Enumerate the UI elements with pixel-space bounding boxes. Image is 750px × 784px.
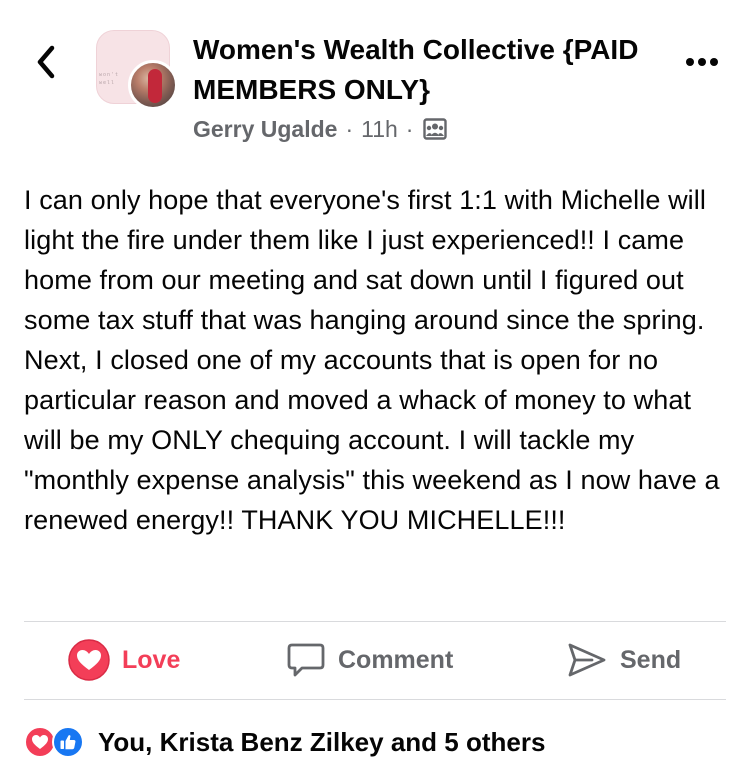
avatar-figure — [148, 69, 162, 103]
group-audience-icon[interactable] — [423, 118, 448, 140]
back-button[interactable] — [28, 40, 64, 84]
more-dots-icon — [686, 58, 718, 66]
post-text: I can only hope that everyone's first 1:… — [24, 185, 720, 535]
group-name-link[interactable]: Women's Wealth Collective {PAID MEMBERS … — [193, 30, 663, 110]
divider-bottom — [24, 699, 726, 700]
reactions-summary-text: You, Krista Benz Zilkey and 5 others — [98, 726, 546, 757]
comment-button[interactable]: Comment — [286, 622, 453, 698]
author-name-link[interactable]: Gerry Ugalde — [193, 116, 337, 143]
heart-icon — [68, 639, 110, 681]
reaction-icons — [24, 725, 90, 759]
reactions-summary[interactable]: You, Krista Benz Zilkey and 5 others — [24, 722, 545, 762]
post-timestamp[interactable]: 11h — [361, 116, 398, 143]
love-button[interactable]: Love — [68, 622, 180, 698]
group-logo-text: won't well — [99, 72, 120, 86]
avatar-group[interactable]: won't well — [96, 30, 180, 112]
send-button[interactable]: Send — [566, 622, 681, 698]
meta-separator-2: · — [405, 115, 414, 142]
meta-separator: · — [345, 115, 354, 142]
love-label: Love — [122, 645, 181, 674]
send-label: Send — [620, 645, 682, 674]
comment-bubble-icon — [286, 640, 326, 680]
chevron-left-icon — [37, 45, 55, 79]
author-avatar[interactable] — [128, 60, 178, 110]
post-meta: Gerry Ugalde · 11h · — [193, 112, 448, 146]
more-options-button[interactable] — [680, 46, 724, 78]
thumbs-up-reaction-icon — [52, 726, 84, 758]
send-arrow-icon — [566, 640, 608, 680]
post-actions-bar: Love Comment Send — [24, 622, 726, 698]
comment-label: Comment — [338, 645, 454, 674]
